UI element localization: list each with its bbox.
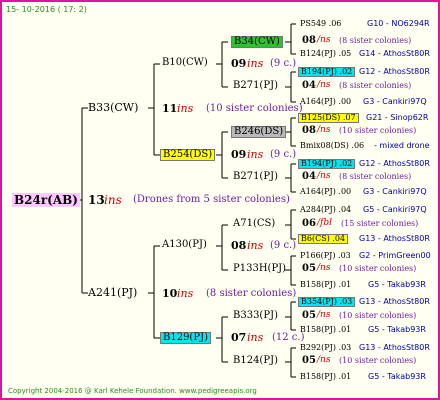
g3-num: 05 (302, 355, 316, 366)
g4-node: B125(DS) .07 (298, 113, 359, 123)
g4-node: P166(PJ) .03 (300, 251, 351, 260)
g2-node: A130(PJ) (162, 239, 207, 250)
g4-node: B158(PJ) .01 (300, 372, 352, 381)
g4-tag: G12 - AthosSt80R (359, 67, 430, 76)
g3-note: (10 sister colonies) (339, 126, 417, 135)
g4-node: B158(PJ) .01 (300, 280, 352, 289)
g2-ins: ins (247, 148, 264, 161)
g2-num: 08 (231, 239, 247, 252)
g3-num: 04 (302, 171, 316, 182)
g4-tag: G13 - AthosSt80R (359, 343, 430, 352)
g4-tag: G21 - Sinop62R (366, 113, 429, 122)
pedigree-frame: 15- 10-2016 ( 17: 2) B24r(AB) 13 ins (Dr… (0, 0, 440, 400)
g3-note: (10 sister colonies) (339, 264, 417, 273)
g3-note: (8 sister colonies) (339, 81, 412, 90)
g4-tag: G5 - Cankiri97Q (363, 205, 427, 214)
g4-tag: G2 - PrimGreen00 (359, 251, 431, 260)
g2-ins: ins (247, 57, 264, 70)
g3-node: P133H(PJ) (233, 263, 287, 274)
g2-ins: ins (247, 331, 264, 344)
g4-node: A164(PJ) .00 (300, 97, 352, 106)
g3-note: (10 sister colonies) (339, 311, 417, 320)
g3-note: (8 sister colonies) (339, 36, 412, 45)
g1-note: (8 sister colonies) (206, 288, 297, 299)
g3-ins: /fbl (317, 218, 333, 228)
g4-tag: G5 - Takab93R (368, 325, 426, 334)
g3-note: (10 sister colonies) (339, 356, 417, 365)
g4-tag: G3 - Cankiri97Q (363, 187, 427, 196)
g2-note: (9 c.) (270, 240, 297, 251)
g4-node: B354(PJ) .03 (298, 297, 356, 307)
g2-note: (9 c.) (270, 58, 297, 69)
g3-node: A71(CS) (233, 218, 276, 229)
g4-node: B6(CS) .04 (298, 234, 349, 244)
g4-node: B124(PJ) .05 (300, 49, 352, 58)
root-note: (Drones from 5 sister colonies) (133, 194, 290, 205)
g3-note: (8 sister colonies) (339, 172, 412, 181)
g3-ins: /ns (317, 263, 331, 273)
root-ins: ins (104, 193, 122, 207)
g2-num: 09 (231, 57, 247, 70)
g4-tag: G10 - NO6294R (367, 19, 430, 28)
g3-num: 05 (302, 310, 316, 321)
g3-num: 08 (302, 35, 316, 46)
g4-node: B158(PJ) .01 (300, 325, 352, 334)
g4-tag: G14 - AthosSt80R (359, 49, 430, 58)
g1-num: 11 (162, 102, 178, 115)
g3-num: 08 (302, 125, 316, 136)
g4-tag: G13 - AthosSt80R (359, 297, 430, 306)
g1-ins: ins (177, 102, 194, 115)
g2-note: (12 c.) (272, 332, 305, 343)
g1-num: 10 (162, 287, 178, 300)
g2-node: B10(CW) (162, 57, 208, 68)
g2-node: B129(PJ) (160, 332, 211, 344)
g3-num: 06 (302, 218, 316, 229)
g3-ins: /ns (317, 355, 331, 365)
g4-node: Bmix08(DS) .06 (300, 141, 365, 150)
g1-node: B33(CW) (88, 101, 139, 114)
g3-note: (15 sister colonies) (341, 219, 419, 228)
g4-node: B194(PJ) .02 (298, 67, 356, 77)
g4-tag: - mixed drone (374, 141, 430, 150)
g3-ins: /ns (317, 80, 331, 90)
g4-node: B194(PJ) .02 (298, 159, 356, 169)
g3-num: 05 (302, 263, 316, 274)
footer-copyright: Copyright 2004-2016 @ Karl Kehele Founda… (8, 387, 257, 395)
g4-node: A284(PJ) .04 (300, 205, 352, 214)
g1-node: A241(PJ) (88, 286, 138, 299)
root-node: B24r(AB) (12, 193, 80, 207)
g4-node: B292(PJ) .03 (300, 343, 352, 352)
g1-ins: ins (177, 287, 194, 300)
g4-node: PS549 .06 (300, 19, 342, 28)
g1-note: (10 sister colonies) (206, 103, 303, 114)
g4-node: A164(PJ) .00 (300, 187, 352, 196)
g3-num: 04 (302, 80, 316, 91)
g3-node: B271(PJ) (233, 171, 278, 182)
g2-ins: ins (247, 239, 264, 252)
g2-num: 09 (231, 148, 247, 161)
g2-num: 07 (231, 331, 247, 344)
g4-tag: G13 - AthosSt80R (359, 234, 430, 243)
g3-ins: /ns (317, 310, 331, 320)
g3-ins: /ns (317, 171, 331, 181)
g3-ins: /ns (317, 125, 331, 135)
g3-node: B124(PJ) (233, 355, 278, 366)
header-date: 15- 10-2016 ( 17: 2) (6, 5, 87, 14)
g3-node: B333(PJ) (233, 310, 278, 321)
g2-node: B254(DS) (160, 149, 216, 161)
g4-tag: G5 - Takab93R (368, 372, 426, 381)
g3-node: B271(PJ) (233, 80, 278, 91)
g3-node: B246(DS) (231, 126, 287, 138)
g3-ins: /ns (317, 35, 331, 45)
g4-tag: G12 - AthosSt80R (359, 159, 430, 168)
g4-tag: G3 - Cankiri97Q (363, 97, 427, 106)
g2-note: (9 c.) (270, 149, 297, 160)
g3-node: B34(CW) (231, 36, 283, 48)
g4-tag: G5 - Takab93R (368, 280, 426, 289)
root-num: 13 (88, 193, 105, 207)
